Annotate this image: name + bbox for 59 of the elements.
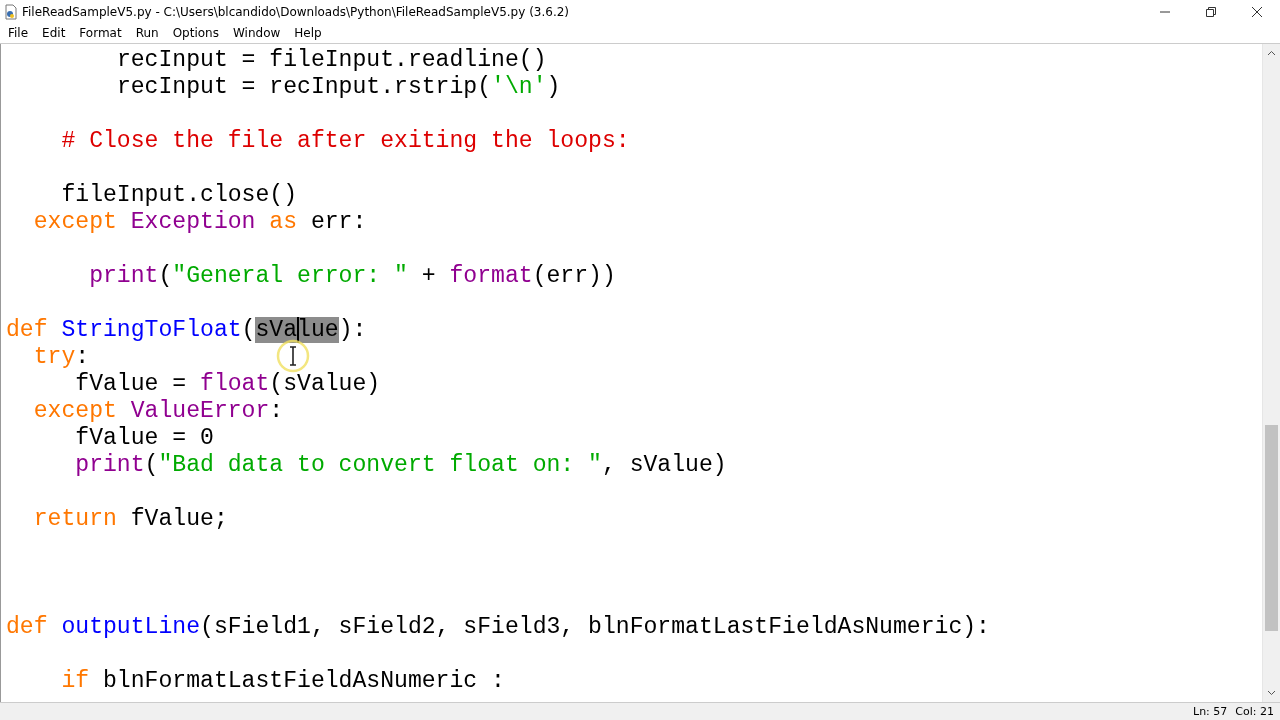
menu-item[interactable]: File [1, 26, 36, 40]
scroll-up-icon[interactable] [1267, 50, 1276, 56]
menu-item[interactable]: Help [287, 26, 329, 40]
code-text: + [421, 263, 437, 289]
menu-item[interactable]: Window [225, 26, 288, 40]
code-text: "Bad data to convert float on: " [158, 452, 602, 478]
code-text: ): [338, 317, 367, 343]
code-text: blnFormatLastFieldAsNumeric : [103, 668, 505, 694]
menu-item[interactable]: Options [165, 26, 226, 40]
code-text: err: [310, 209, 367, 235]
code-text: outputLine [61, 614, 201, 640]
code-text: except [33, 209, 117, 235]
code-text: return [33, 506, 117, 532]
file-icon [3, 3, 19, 20]
code-text: if [61, 668, 90, 694]
menu-item[interactable]: Edit [35, 26, 73, 40]
code-text: recInput = fileInput.readline() [116, 47, 547, 73]
code-text: StringToFloat [61, 317, 242, 343]
code-text: (sValue) [269, 371, 381, 397]
code-text: format [449, 263, 533, 289]
menu-item[interactable]: Run [128, 26, 166, 40]
window-title: FileReadSampleV5.py - C:\Users\blcandido\Downloads\Python\FileReadSampleV5.py (3.6.2) [22, 4, 570, 19]
code-text: fValue; [130, 506, 228, 532]
code-text: "General error: " [172, 263, 408, 289]
code-text: def [6, 614, 48, 640]
scrollbar[interactable] [1262, 44, 1280, 702]
line-number: Ln: 57 [1193, 705, 1228, 718]
selected-text: sVa [255, 317, 298, 343]
code-text: ) [546, 74, 561, 100]
text-cursor-icon [276, 339, 310, 373]
code-text: # Close the file after exiting the loops: [61, 128, 630, 154]
code-text: : [269, 398, 284, 424]
code-text: float [200, 371, 270, 397]
scrollbar-thumb[interactable] [1265, 425, 1278, 631]
menu-item[interactable]: Format [72, 26, 129, 40]
code-text: fValue = [75, 371, 188, 397]
code-text: Exception [130, 209, 256, 235]
code-text: (err)) [532, 263, 616, 289]
restore-icon [1205, 5, 1217, 18]
close-icon [1251, 5, 1263, 18]
column-number: Col: 21 [1235, 705, 1274, 718]
code-text: fileInput.close() [61, 182, 298, 208]
code-text: try [33, 344, 76, 370]
code-text: ValueError [130, 398, 270, 424]
code-text: ( [241, 317, 256, 343]
code-text: (sField1, sField2, sField3, blnFormatLastFieldAsNumeric): [200, 614, 990, 640]
code-text: def [6, 317, 48, 343]
code-text: fValue = 0 [75, 425, 214, 451]
code-text: , sValue) [601, 452, 727, 478]
code-text: ( [144, 452, 159, 478]
code-text: '\n' [491, 74, 547, 100]
code-text: print [75, 452, 145, 478]
code-text: except [33, 398, 117, 424]
scroll-down-icon[interactable] [1267, 690, 1276, 696]
code-text: : [75, 344, 90, 370]
code-text: as [269, 209, 298, 235]
code-text: print [89, 263, 159, 289]
code-text: ( [158, 263, 173, 289]
code-text: recInput = recInput.rstrip( [116, 74, 492, 100]
